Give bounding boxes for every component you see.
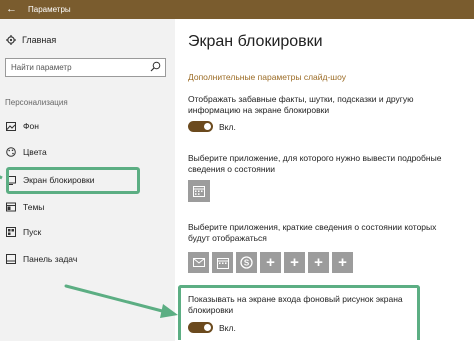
sidebar-item-label: Фон xyxy=(23,121,39,131)
title-bar: ← Параметры xyxy=(0,0,474,19)
detailed-status-description: Выберите приложение, для которого нужно … xyxy=(188,153,442,174)
calendar-icon xyxy=(193,186,205,197)
gear-icon xyxy=(6,35,16,45)
fun-facts-description: Отображать забавные факты, шутки, подска… xyxy=(188,94,414,115)
add-icon[interactable]: + xyxy=(308,252,329,273)
taskbar-icon xyxy=(6,254,16,264)
sidebar-item-themes[interactable]: Темы xyxy=(6,198,44,216)
sidebar-item-label: Цвета xyxy=(23,147,47,157)
page-title: Экран блокировки xyxy=(188,33,323,50)
window-title: Параметры xyxy=(28,5,71,14)
quick-status-description: Выберите приложения, краткие сведения о … xyxy=(188,222,437,243)
sidebar-item-label: Панель задач xyxy=(23,254,78,264)
mail-icon xyxy=(192,258,205,267)
back-arrow-icon[interactable]: ← xyxy=(6,3,17,15)
start-icon xyxy=(6,227,16,237)
fun-facts-toggle-row: Вкл. xyxy=(188,121,236,132)
signin-background-highlight xyxy=(178,285,420,340)
slideshow-settings-link[interactable]: Дополнительные параметры слайд-шоу xyxy=(188,72,346,82)
sidebar-item-background[interactable]: Фон xyxy=(6,117,39,135)
section-personalization: Персонализация xyxy=(5,98,68,107)
sidebar-item-label: Темы xyxy=(23,202,45,212)
quick-status-skype-tile[interactable]: S xyxy=(236,252,257,273)
search-placeholder: Найти параметр xyxy=(11,63,72,72)
quick-status-calendar-tile[interactable] xyxy=(212,252,233,273)
calendar-icon xyxy=(216,257,229,269)
nav-home-label: Главная xyxy=(22,35,57,45)
add-icon[interactable]: + xyxy=(260,252,281,273)
sidebar-item-colors[interactable]: Цвета xyxy=(6,143,47,161)
image-icon xyxy=(6,121,16,131)
nav-home[interactable]: Главная xyxy=(6,35,56,45)
svg-text:S: S xyxy=(244,259,250,268)
search-icon xyxy=(150,61,161,72)
quick-status-mail-tile[interactable] xyxy=(188,252,209,273)
fun-facts-toggle-label: Вкл. xyxy=(219,121,236,132)
fun-facts-toggle[interactable] xyxy=(188,121,213,132)
palette-icon xyxy=(6,147,16,157)
sidebar-item-start[interactable]: Пуск xyxy=(6,223,41,241)
sidebar-item-label: Пуск xyxy=(23,227,42,237)
sidebar-item-taskbar[interactable]: Панель задач xyxy=(6,250,77,268)
lock-screen-highlight xyxy=(6,167,140,194)
brush-icon xyxy=(6,202,16,212)
search-input[interactable]: Найти параметр xyxy=(5,58,166,77)
add-icon[interactable]: + xyxy=(332,252,353,273)
detailed-status-app-tile[interactable] xyxy=(188,180,210,202)
add-icon[interactable]: + xyxy=(284,252,305,273)
skype-icon: S xyxy=(240,256,253,269)
